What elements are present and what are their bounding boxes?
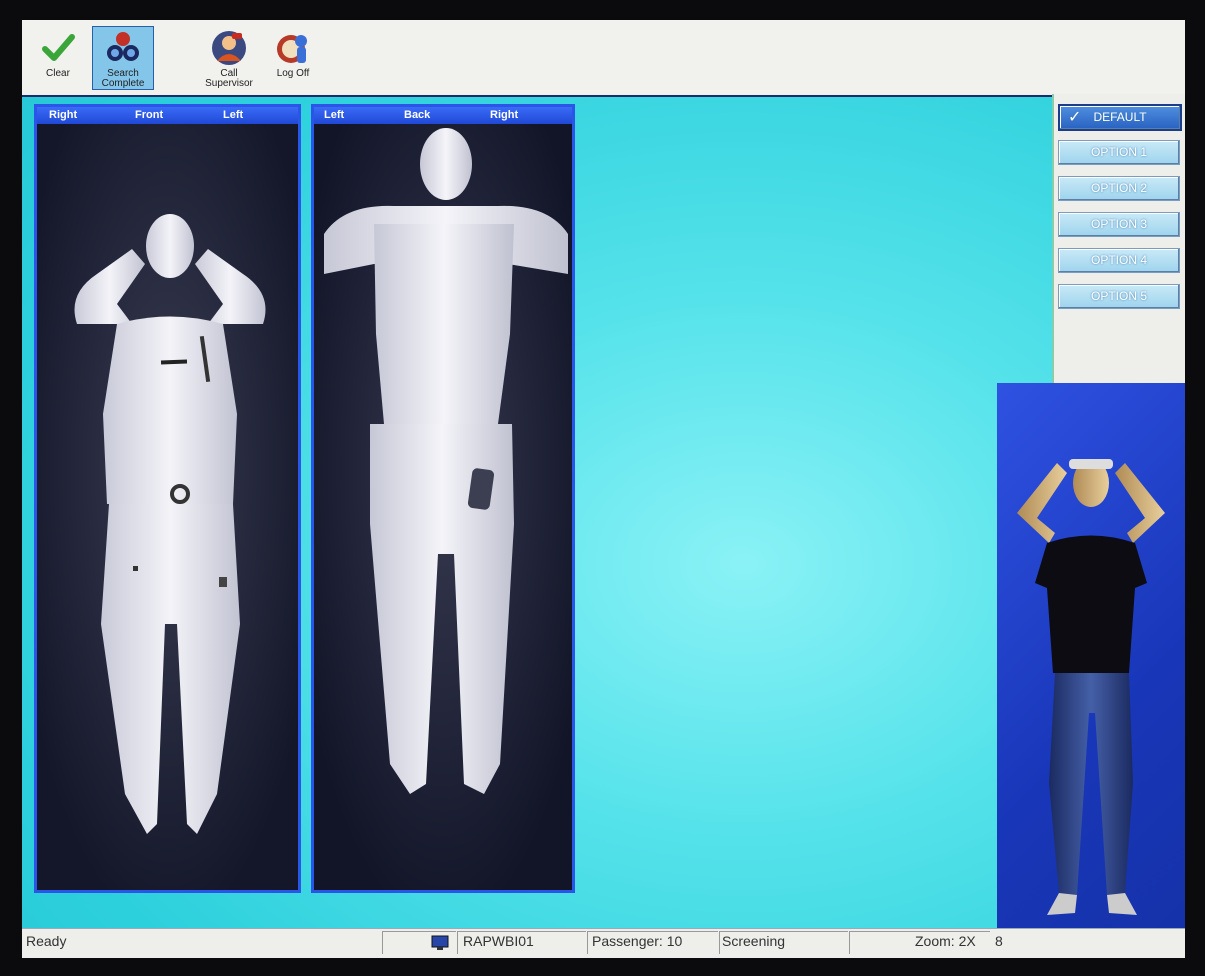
call-supervisor-label-2: Supervisor [205,78,253,89]
back-scan-image[interactable] [314,124,572,890]
option-2-label: OPTION 2 [1090,181,1147,195]
pose-avatar-panel [997,383,1185,945]
toolbar: Clear Search Complete Call Supervisor Lo… [22,20,1185,97]
back-label-left: Left [324,109,345,121]
option-5[interactable]: OPTION 5 [1058,284,1180,309]
clear-label: Clear [46,68,70,79]
back-scan-header: Left Back Right [314,107,572,124]
screening-screen: Clear Search Complete Call Supervisor Lo… [22,20,1185,958]
status-zoom: Zoom: 2X [915,933,976,949]
front-label-left: Left [223,109,244,121]
status-passenger: Passenger: 10 [592,933,683,949]
option-1[interactable]: OPTION 1 [1058,140,1180,165]
options-panel: ✓ DEFAULT OPTION 1 OPTION 2 OPTION 3 OPT… [1052,94,1185,384]
front-label-front: Front [135,109,164,121]
status-bar: Ready RAPWBI01 Passenger: 10 Screening Z… [22,928,1185,958]
monitor-icon [431,935,449,950]
check-icon: ✓ [1068,109,1082,126]
supervisor-icon [212,31,246,65]
pose-avatar-figure [1017,459,1165,915]
front-label-right: Right [49,109,78,121]
status-icon-box [382,931,456,954]
option-4[interactable]: OPTION 4 [1058,248,1180,273]
status-extra: 8 [995,933,1003,949]
option-1-label: OPTION 1 [1090,145,1147,159]
search-complete-label-2: Complete [101,78,145,89]
back-scan-panel: Left Back Right [311,104,575,893]
front-scan-header: Right Front Left [37,107,298,124]
call-supervisor-button[interactable]: Call Supervisor [198,26,260,90]
status-station-box: RAPWBI01 [457,931,586,954]
option-5-label: OPTION 5 [1090,289,1147,303]
status-passenger-box: Passenger: 10 [587,931,718,954]
option-default-label: DEFAULT [1093,110,1147,124]
option-3-label: OPTION 3 [1090,217,1147,231]
log-off-icon [277,35,307,63]
option-2[interactable]: OPTION 2 [1058,176,1180,201]
status-station: RAPWBI01 [463,933,534,949]
front-scan-panel: Right Front Left [34,104,301,893]
binoculars-icon [107,32,139,61]
checkmark-icon [42,34,75,61]
clear-button[interactable]: Clear [27,26,89,90]
search-complete-button[interactable]: Search Complete [92,26,154,90]
status-zoom-box: Zoom: 2X [849,931,990,954]
option-3[interactable]: OPTION 3 [1058,212,1180,237]
log-off-label: Log Off [276,68,310,79]
option-4-label: OPTION 4 [1090,253,1147,267]
status-mode: Screening [722,933,786,949]
status-ready: Ready [26,933,67,949]
front-scan-image[interactable] [37,124,298,890]
status-mode-box: Screening [719,931,848,954]
back-label-back: Back [404,109,431,121]
log-off-button[interactable]: Log Off [262,26,324,90]
back-label-right: Right [490,109,519,121]
option-default[interactable]: ✓ DEFAULT [1058,104,1182,131]
